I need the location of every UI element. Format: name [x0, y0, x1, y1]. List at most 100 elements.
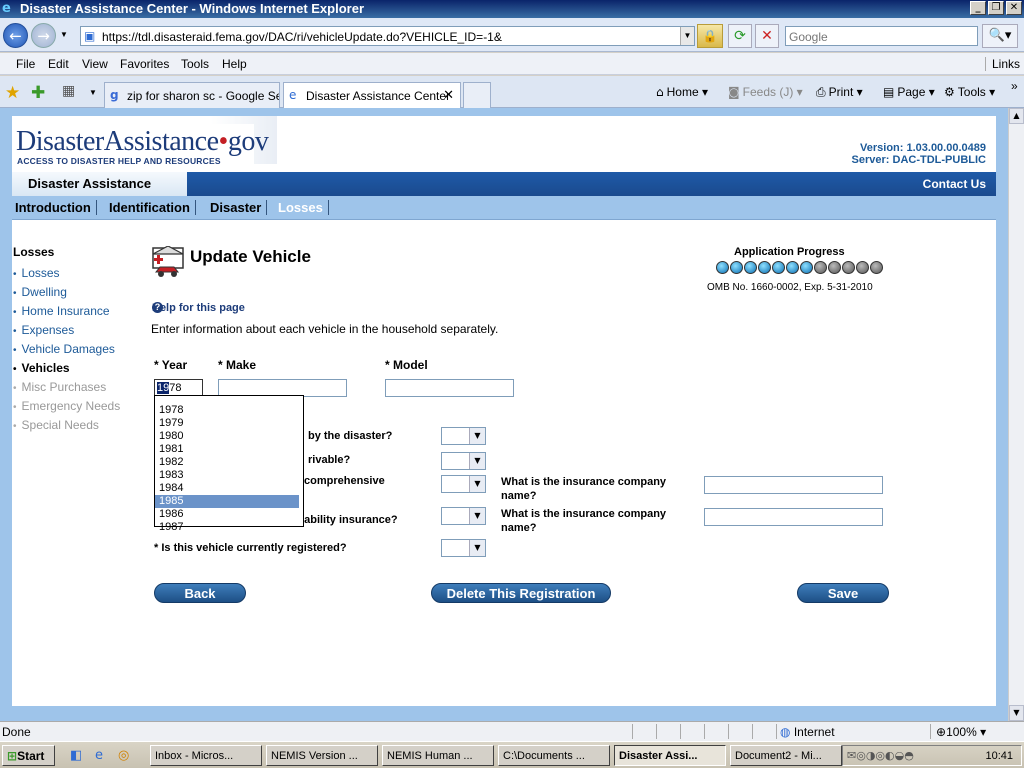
- left-nav-losses[interactable]: • Losses: [13, 266, 120, 285]
- address-dropdown-icon[interactable]: ▼: [680, 27, 694, 45]
- print-button[interactable]: ⎙ Print ▾: [816, 85, 863, 100]
- nav-introduction[interactable]: Introduction: [15, 200, 97, 215]
- left-nav-dwelling[interactable]: • Dwelling: [13, 285, 120, 304]
- liability-select[interactable]: ▼: [441, 507, 486, 525]
- new-tab-button[interactable]: [463, 82, 491, 108]
- year-option[interactable]: 1983: [155, 469, 303, 482]
- minimize-button[interactable]: _: [970, 1, 986, 15]
- taskbar-disaster-assistance[interactable]: Disaster Assi...: [614, 745, 726, 766]
- comprehensive-select[interactable]: ▼: [441, 475, 486, 493]
- ie-logo-icon: e: [2, 1, 11, 16]
- left-nav-home-insurance[interactable]: • Home Insurance: [13, 304, 120, 323]
- links-button[interactable]: Links: [984, 57, 1020, 71]
- menu-tools[interactable]: Tools: [181, 57, 209, 71]
- menu-favorites[interactable]: Favorites: [120, 57, 169, 71]
- taskbar-documents[interactable]: C:\Documents ...: [498, 745, 610, 766]
- menu-edit[interactable]: Edit: [48, 57, 69, 71]
- tray-icons[interactable]: ✉◎◑◎◐◒◓: [847, 749, 914, 762]
- feeds-icon: ◙: [728, 85, 740, 99]
- progress-title: Application Progress: [734, 246, 845, 258]
- year-option[interactable]: 1985: [155, 495, 299, 508]
- menu-help[interactable]: Help: [222, 57, 247, 71]
- home-button[interactable]: ⌂ Home ▾: [656, 85, 708, 99]
- close-button[interactable]: ✕: [1006, 1, 1022, 15]
- year-option[interactable]: 1984: [155, 482, 303, 495]
- favorites-star-icon[interactable]: ★: [5, 83, 20, 103]
- site-logo[interactable]: DisasterAssistance•gov ACCESS TO DISASTE…: [16, 124, 269, 172]
- year-option[interactable]: 1981: [155, 443, 303, 456]
- scroll-down-icon[interactable]: ▼: [1009, 705, 1024, 721]
- progress-dot: [744, 261, 757, 274]
- registered-select[interactable]: ▼: [441, 539, 486, 557]
- feeds-button[interactable]: ◙ Feeds (J) ▾: [728, 85, 803, 99]
- menu-file[interactable]: File: [16, 57, 35, 71]
- intro-text: Enter information about each vehicle in …: [151, 322, 499, 336]
- insurance-company-input-1[interactable]: [704, 476, 883, 494]
- tab-google[interactable]: g zip for sharon sc - Google Se...: [104, 82, 280, 108]
- chevron-down-icon: ▼: [469, 476, 485, 492]
- menu-view[interactable]: View: [82, 57, 108, 71]
- address-bar[interactable]: ▣ https://tdl.disasteraid.fema.gov/DAC/r…: [80, 26, 695, 46]
- year-option[interactable]: 1982: [155, 456, 303, 469]
- left-nav-vehicle-damages[interactable]: • Vehicle Damages: [13, 342, 120, 361]
- history-dropdown-icon[interactable]: ▼: [60, 30, 68, 39]
- left-nav-expenses[interactable]: • Expenses: [13, 323, 120, 342]
- nav-identification[interactable]: Identification: [109, 200, 196, 215]
- quick-tabs-icon[interactable]: ▦: [62, 83, 75, 99]
- lock-icon[interactable]: 🔒: [697, 24, 723, 48]
- year-option[interactable]: 1987: [155, 521, 303, 534]
- forward-nav-button[interactable]: →: [31, 23, 56, 48]
- taskbar-document2[interactable]: Document2 - Mi...: [730, 745, 842, 766]
- taskbar-nemis-version[interactable]: NEMIS Version ...: [266, 745, 378, 766]
- vertical-scrollbar[interactable]: ▲ ▼: [1008, 108, 1024, 721]
- tab-list-dropdown-icon[interactable]: ▼: [89, 88, 97, 97]
- add-favorites-icon[interactable]: ✚: [31, 83, 45, 103]
- progress-dot: [772, 261, 785, 274]
- zoom-level[interactable]: ⊕100% ▾: [936, 725, 986, 739]
- outlook-quicklaunch-icon[interactable]: ◎: [118, 748, 129, 763]
- progress-dot: [828, 261, 841, 274]
- page-menu-button[interactable]: ▤ Page ▾: [883, 85, 935, 99]
- drivable-select[interactable]: ▼: [441, 452, 486, 470]
- desktop-icon[interactable]: ◧: [70, 748, 82, 763]
- refresh-button[interactable]: ⟳: [728, 24, 752, 48]
- year-dropdown-list[interactable]: 1978 1979 1980 1981 1982 1983 1984 1985 1986 1987: [154, 395, 304, 533]
- drivable-question: rivable?: [308, 454, 351, 466]
- year-option[interactable]: 1980: [155, 430, 303, 443]
- contact-us-link[interactable]: Contact Us: [923, 177, 986, 191]
- search-button[interactable]: 🔍▾: [982, 24, 1018, 48]
- search-input[interactable]: Google: [785, 26, 978, 46]
- insurance-company-input-2[interactable]: [704, 508, 883, 526]
- close-tab-icon[interactable]: ✕: [443, 88, 454, 103]
- back-button[interactable]: Back: [154, 583, 246, 603]
- chevron-more-icon[interactable]: »: [1011, 79, 1018, 93]
- stop-button[interactable]: ✕: [755, 24, 779, 48]
- security-zone: ◍ Internet: [780, 725, 835, 739]
- taskbar-inbox[interactable]: Inbox - Micros...: [150, 745, 262, 766]
- progress-dot: [856, 261, 869, 274]
- system-tray: ✉◎◑◎◐◒◓ 10:41: [842, 745, 1022, 766]
- year-option[interactable]: 1978: [155, 404, 303, 417]
- save-button[interactable]: Save: [797, 583, 889, 603]
- taskbar-nemis-human[interactable]: NEMIS Human ...: [382, 745, 494, 766]
- model-input[interactable]: [385, 379, 514, 397]
- nav-losses[interactable]: Losses: [278, 200, 329, 215]
- tools-menu-button[interactable]: ⚙ Tools ▾: [944, 85, 995, 99]
- damaged-select[interactable]: ▼: [441, 427, 486, 445]
- restore-button[interactable]: ❐: [988, 1, 1004, 15]
- tab-disaster-assistance[interactable]: e Disaster Assistance Center ✕: [283, 82, 461, 108]
- help-link[interactable]: ? Help for this page: [152, 302, 245, 314]
- nav-disaster[interactable]: Disaster: [210, 200, 268, 215]
- progress-dot: [842, 261, 855, 274]
- start-button[interactable]: ⊞Start: [2, 745, 55, 766]
- back-nav-button[interactable]: ←: [3, 23, 28, 48]
- left-nav-emergency-needs: • Emergency Needs: [13, 399, 121, 413]
- ie-quicklaunch-icon[interactable]: e: [95, 748, 103, 763]
- year-option[interactable]: 1979: [155, 417, 303, 430]
- scroll-up-icon[interactable]: ▲: [1009, 108, 1024, 124]
- delete-registration-button[interactable]: Delete This Registration: [431, 583, 611, 603]
- year-option[interactable]: 1986: [155, 508, 303, 521]
- progress-dot: [800, 261, 813, 274]
- clock: 10:41: [985, 750, 1013, 762]
- model-label: * Model: [385, 358, 428, 372]
